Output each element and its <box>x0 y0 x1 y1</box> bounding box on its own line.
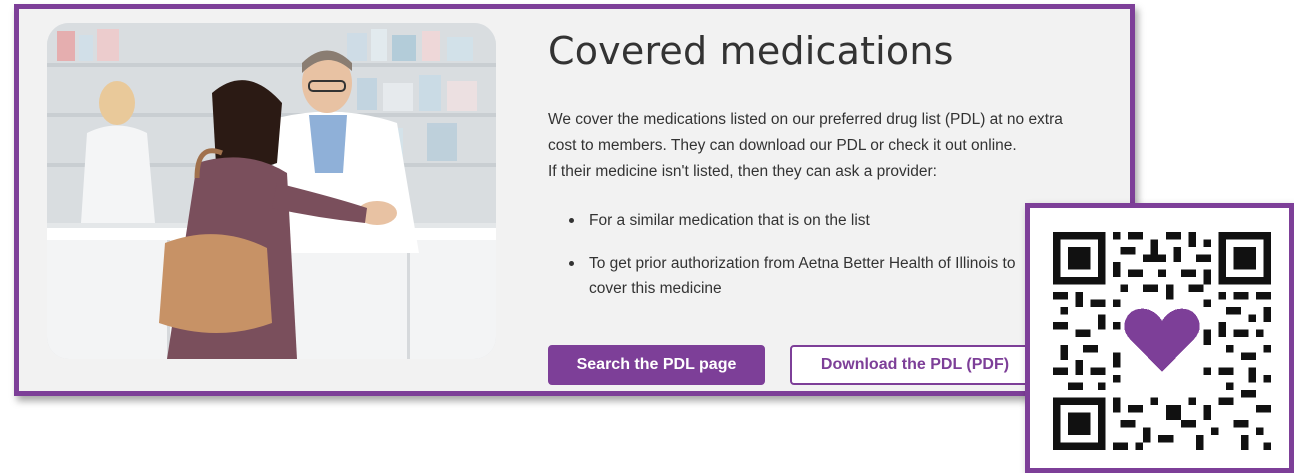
qr-code-card <box>1025 203 1294 473</box>
list-item: To get prior authorization from Aetna Be… <box>567 251 1047 301</box>
covered-medications-card: Covered medications We cover the medicat… <box>14 4 1135 396</box>
pharmacy-photo <box>47 23 496 359</box>
download-pdl-button[interactable]: Download the PDL (PDF) <box>790 345 1040 385</box>
pharmacy-scene-image <box>47 23 496 359</box>
description-line: cost to members. They can download our P… <box>548 137 1017 154</box>
section-description: We cover the medications listed on our p… <box>548 107 1118 185</box>
list-item: For a similar medication that is on the … <box>567 208 1047 233</box>
provider-options-list: For a similar medication that is on the … <box>567 208 1047 319</box>
search-pdl-button[interactable]: Search the PDL page <box>548 345 765 385</box>
qr-code[interactable] <box>1053 232 1271 450</box>
section-title: Covered medications <box>548 29 954 73</box>
description-line: We cover the medications listed on our p… <box>548 111 1063 128</box>
description-line: If their medicine isn't listed, then the… <box>548 163 937 180</box>
